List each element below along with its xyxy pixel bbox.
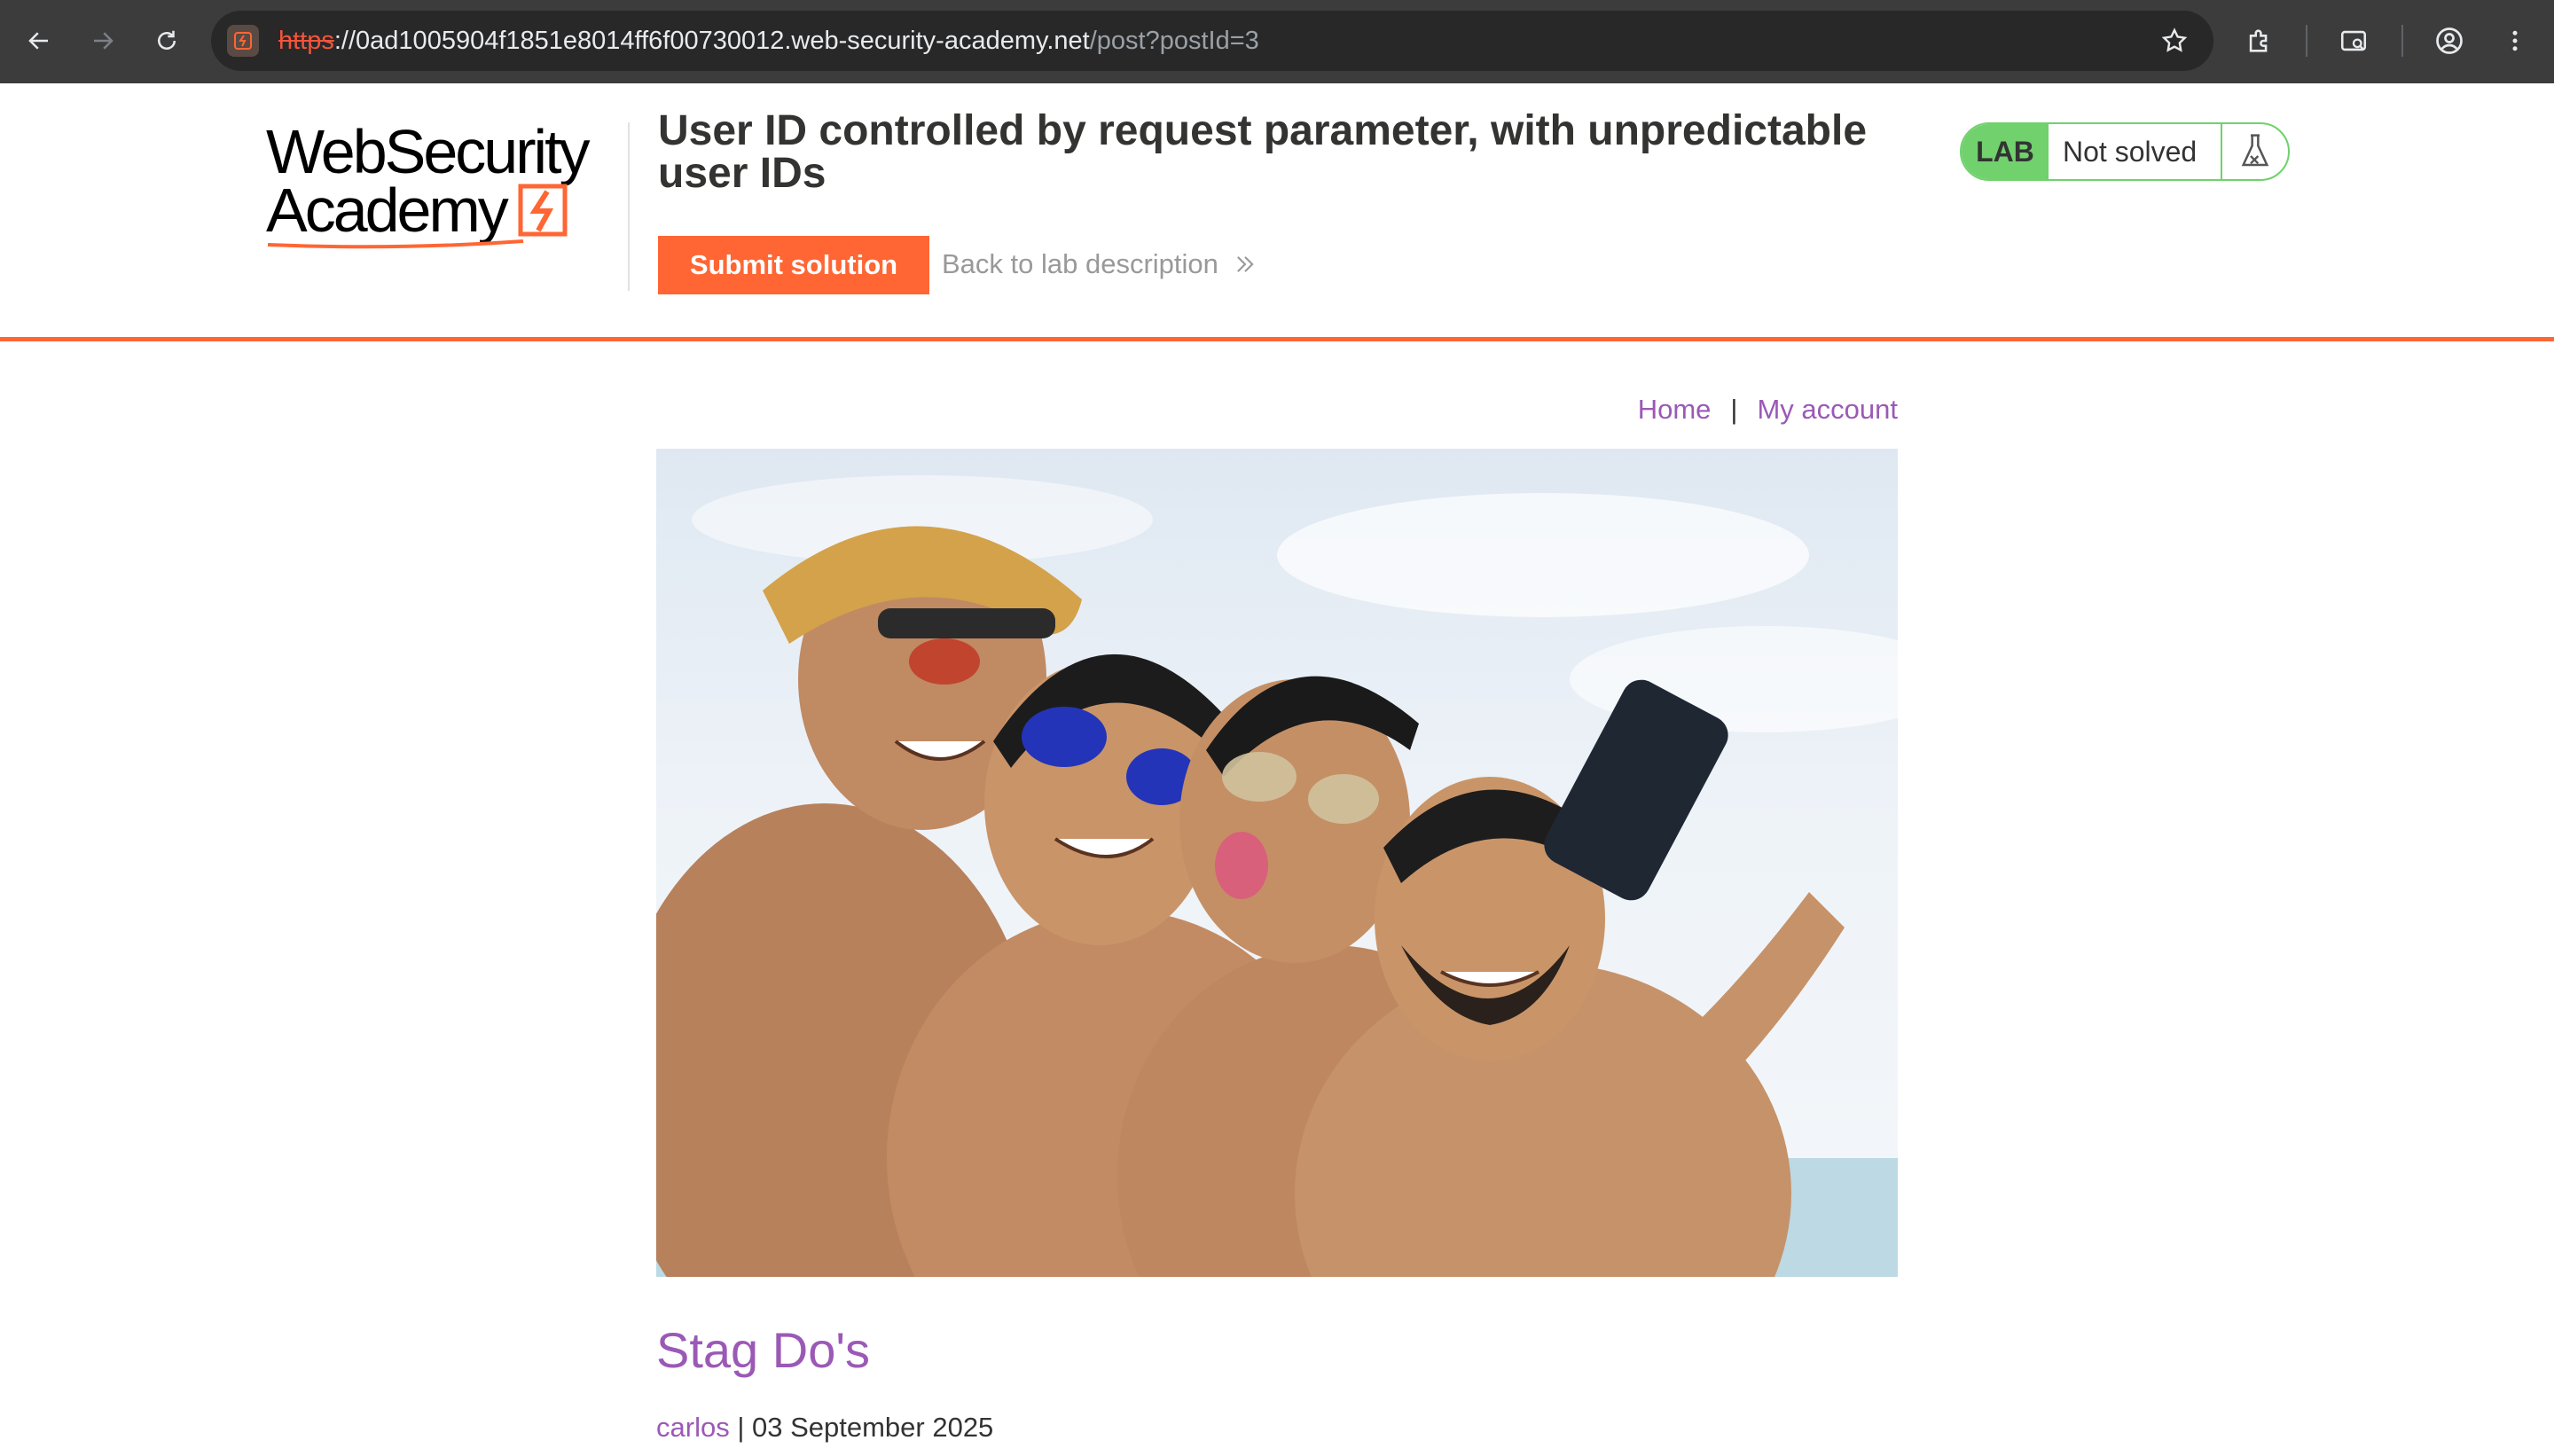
toolbar-divider <box>2306 25 2307 57</box>
lab-title: User ID controlled by request parameter,… <box>658 107 1868 197</box>
tab-search-icon[interactable] <box>2332 20 2375 62</box>
url-path: /post?postId=3 <box>1089 27 1259 55</box>
back-to-lab-description-link[interactable]: Back to lab description <box>942 248 1257 280</box>
url-scheme: https <box>278 27 334 55</box>
bookmark-star-icon[interactable] <box>2155 21 2194 60</box>
flask-icon <box>2222 124 2288 179</box>
browser-toolbar: https://0ad1005904f1851e8014ff6f00730012… <box>0 0 2554 83</box>
lab-header: WebSecurity Academy User ID controlled b… <box>0 83 2554 341</box>
post-date: 03 September 2025 <box>751 1412 994 1443</box>
back-arrow-icon[interactable] <box>18 20 60 62</box>
home-link[interactable]: Home <box>1638 394 1712 426</box>
submit-solution-button[interactable]: Submit solution <box>658 236 929 294</box>
profile-avatar-icon[interactable] <box>2428 20 2471 62</box>
meta-separator: | <box>729 1412 752 1443</box>
site-nav: Home | My account <box>1638 394 1898 426</box>
address-bar[interactable]: https://0ad1005904f1851e8014ff6f00730012… <box>211 11 2213 71</box>
logo-line-2: Academy <box>266 176 509 245</box>
reload-icon[interactable] <box>145 20 188 62</box>
nav-separator: | <box>1730 394 1738 425</box>
forward-arrow-icon[interactable] <box>82 20 124 62</box>
web-security-academy-logo[interactable]: WebSecurity Academy <box>266 117 621 249</box>
post-meta: carlos | 03 September 2025 <box>656 1412 993 1444</box>
double-chevron-right-icon <box>1236 256 1254 272</box>
url-host: ://0ad1005904f1851e8014ff6f00730012.web-… <box>333 27 1090 55</box>
site-favicon-icon <box>227 25 259 57</box>
lab-status-widget: LAB Not solved <box>1960 122 2290 181</box>
beach-selfie-photo <box>656 475 1898 1277</box>
post-hero-image <box>656 449 1898 1277</box>
back-link-label: Back to lab description <box>942 248 1218 279</box>
post-author-link[interactable]: carlos <box>656 1412 730 1443</box>
extensions-puzzle-icon[interactable] <box>2238 20 2281 62</box>
post-title: Stag Do's <box>656 1322 871 1378</box>
my-account-link[interactable]: My account <box>1757 394 1898 426</box>
url-text[interactable]: https://0ad1005904f1851e8014ff6f00730012… <box>278 27 1259 56</box>
toolbar-divider <box>2401 25 2403 57</box>
more-menu-icon[interactable] <box>2494 20 2536 62</box>
logo-line-1: WebSecurity <box>266 117 591 186</box>
lab-badge: LAB <box>1962 124 2049 179</box>
header-divider <box>628 122 630 291</box>
lab-status-text: Not solved <box>2049 124 2222 179</box>
logo-lightning-icon <box>518 184 568 237</box>
